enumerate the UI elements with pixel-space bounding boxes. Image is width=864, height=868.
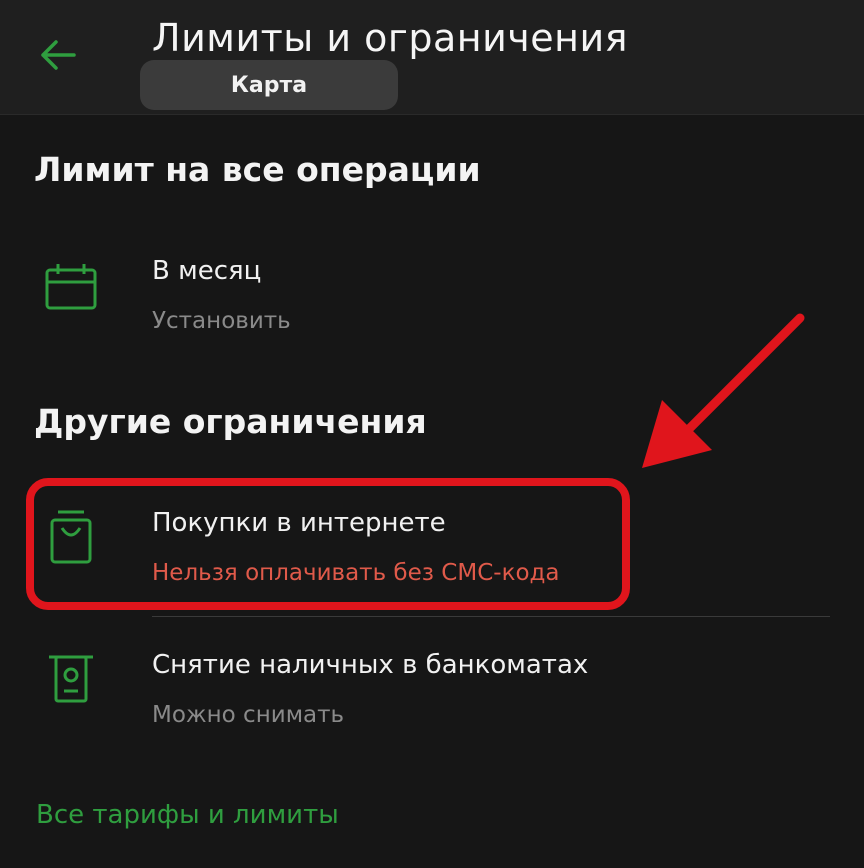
limit-row-online-purchases-title: Покупки в интернете <box>152 508 446 538</box>
card-selector[interactable]: Карта <box>140 60 398 110</box>
row-divider <box>152 616 830 617</box>
section-title-all-operations: Лимит на все операции <box>34 150 481 189</box>
limit-row-atm-withdrawal-subtitle: Можно снимать <box>152 702 345 728</box>
card-selector-label: Карта <box>230 72 308 98</box>
limit-row-monthly[interactable]: В месяц Установить <box>0 248 864 348</box>
limit-row-monthly-subtitle: Установить <box>152 308 291 334</box>
limit-row-atm-withdrawal-title: Снятие наличных в банкоматах <box>152 650 589 680</box>
limit-row-online-purchases-subtitle: Нельзя оплачивать без СМС-кода <box>152 560 560 586</box>
atm-icon <box>40 648 102 710</box>
limit-row-monthly-title: В месяц <box>152 256 262 286</box>
limit-row-online-purchases[interactable]: Покупки в интернете Нельзя оплачивать бе… <box>0 500 864 600</box>
all-tariffs-link[interactable]: Все тарифы и лимиты <box>36 800 339 830</box>
shopping-bag-icon <box>40 506 102 568</box>
limit-row-atm-withdrawal[interactable]: Снятие наличных в банкоматах Можно снима… <box>0 640 864 740</box>
section-title-other: Другие ограничения <box>34 402 427 441</box>
calendar-icon <box>40 256 102 318</box>
page-title: Лимиты и ограничения <box>152 16 629 60</box>
app-header: Лимиты и ограничения Карта <box>0 0 864 115</box>
back-button[interactable] <box>30 30 86 80</box>
back-arrow-icon <box>41 40 76 70</box>
